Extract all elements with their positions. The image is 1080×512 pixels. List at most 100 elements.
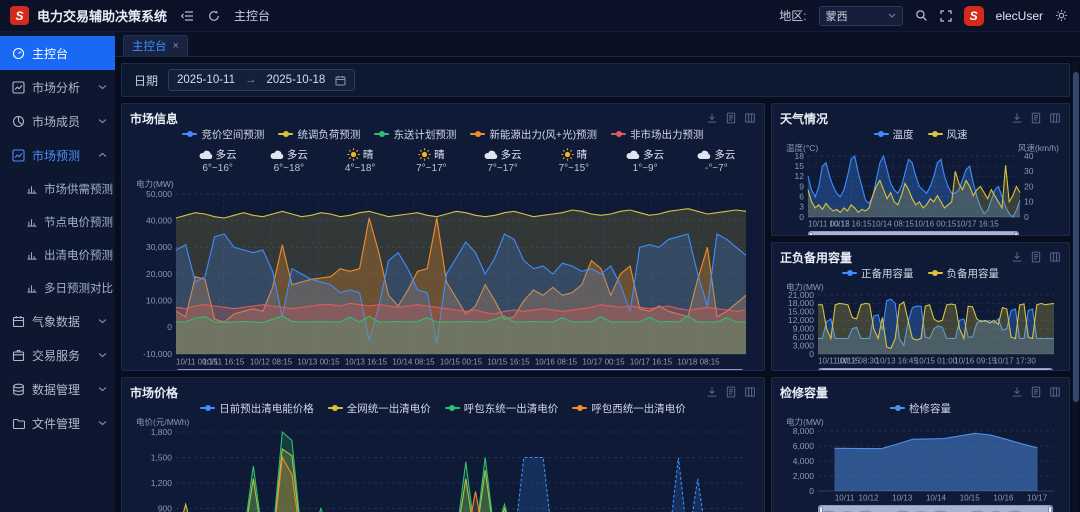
- weather-day-0: 多云6°~16°: [182, 144, 253, 176]
- breadcrumb[interactable]: 主控台: [234, 7, 270, 24]
- legend-item[interactable]: 非市场出力预测: [611, 127, 704, 142]
- sidebar-item-label: 市场预测: [32, 147, 98, 164]
- sidebar-subitem-3-1[interactable]: 节点电价预测: [0, 205, 115, 238]
- reserve-chart[interactable]: 电力(MW)21,00018,00015,00012,0009,0006,000…: [780, 281, 1061, 371]
- weather-chart[interactable]: 温度(°C)风速(km/h)181512963040302010010/11 0…: [780, 142, 1061, 236]
- download-icon[interactable]: [1011, 251, 1023, 263]
- date-start[interactable]: 2025-10-11: [177, 74, 235, 86]
- legend-label: 日前预出清电能价格: [219, 401, 314, 416]
- legend-item[interactable]: 负备用容量: [928, 266, 1000, 281]
- refresh-icon[interactable]: [208, 10, 220, 22]
- legend-label: 温度: [893, 127, 914, 142]
- datazoom-slider[interactable]: [808, 231, 1019, 236]
- legend-item[interactable]: 风速: [928, 127, 968, 142]
- date-range-input[interactable]: 2025-10-11 → 2025-10-18: [168, 69, 355, 91]
- datazoom-slider[interactable]: [818, 368, 1053, 371]
- fullscreen-icon[interactable]: [940, 10, 952, 22]
- svg-text:10/16 09:15: 10/16 09:15: [954, 357, 997, 366]
- legend-item[interactable]: 呼包西统一出清电价: [572, 401, 686, 416]
- sidebar-subitem-3-3[interactable]: 多日预测对比: [0, 271, 115, 304]
- cols-icon: [1049, 251, 1061, 263]
- slider-handle-left[interactable]: [177, 370, 181, 371]
- sidebar-item-2[interactable]: 市场成员: [0, 104, 115, 138]
- gear-icon[interactable]: [1055, 9, 1068, 22]
- bar-icon: [26, 282, 38, 294]
- sidebar-item-5[interactable]: 交易服务: [0, 338, 115, 372]
- export-report-icon[interactable]: [725, 112, 737, 124]
- data-view-icon[interactable]: [1049, 251, 1061, 263]
- sidebar-item-4[interactable]: 气象数据: [0, 304, 115, 338]
- maintenance-chart[interactable]: 电力(MW)8,0006,0004,0002,000010/1110/1210/…: [780, 416, 1061, 512]
- doc-icon: [725, 112, 737, 124]
- sidebar-item-label: 交易服务: [32, 347, 98, 364]
- sidebar-item-0[interactable]: 主控台: [0, 36, 115, 70]
- sidebar-item-1[interactable]: 市场分析: [0, 70, 115, 104]
- slider-handle-left[interactable]: [809, 232, 813, 236]
- tab-close-icon[interactable]: ×: [173, 40, 179, 52]
- region-select[interactable]: 蒙西: [819, 6, 903, 26]
- data-view-icon[interactable]: [744, 112, 756, 124]
- weather-temp-range: 6°~18°: [274, 163, 305, 174]
- svg-text:20,000: 20,000: [146, 269, 172, 279]
- sidebar-subitem-3-2[interactable]: 出清电价预测: [0, 238, 115, 271]
- svg-text:10/16 08:15: 10/16 08:15: [535, 358, 578, 367]
- sidebar-item-6[interactable]: 数据管理: [0, 372, 115, 406]
- data-view-icon[interactable]: [1049, 112, 1061, 124]
- svg-text:1,200: 1,200: [151, 478, 173, 488]
- datazoom-slider[interactable]: [176, 369, 744, 371]
- cols-icon: [744, 112, 756, 124]
- datazoom-slider[interactable]: [818, 505, 1053, 512]
- download-icon[interactable]: [706, 112, 718, 124]
- market-info-chart[interactable]: 电力(MW)50,00040,00030,00020,00010,0000-10…: [130, 178, 756, 371]
- export-report-icon[interactable]: [1030, 251, 1042, 263]
- export-report-icon[interactable]: [1030, 386, 1042, 398]
- cloud-icon: [199, 149, 213, 160]
- svg-text:10/15 00:15: 10/15 00:15: [440, 358, 483, 367]
- legend-item[interactable]: 正备用容量: [842, 266, 914, 281]
- legend-item[interactable]: 新能源出力(风+光)预测: [470, 127, 597, 142]
- slider-handle-right[interactable]: [1048, 506, 1052, 512]
- sidebar-item-label: 数据管理: [32, 381, 98, 398]
- sidebar-item-3[interactable]: 市场预测: [0, 138, 115, 172]
- svg-text:10/14 08:15: 10/14 08:15: [392, 358, 435, 367]
- tab-dashboard[interactable]: 主控台 ×: [123, 35, 188, 56]
- sidebar-subitem-3-0[interactable]: 市场供需预测: [0, 172, 115, 205]
- slider-handle-left[interactable]: [819, 506, 823, 512]
- legend-item[interactable]: 检修容量: [890, 401, 951, 416]
- legend-item[interactable]: 全网统一出清电价: [328, 401, 431, 416]
- weather-condition: 多云: [714, 147, 735, 162]
- svg-text:0: 0: [1024, 212, 1029, 222]
- legend-item[interactable]: 竞价空间预测: [182, 127, 264, 142]
- download-icon[interactable]: [706, 386, 718, 398]
- export-report-icon[interactable]: [1030, 112, 1042, 124]
- data-view-icon[interactable]: [1049, 386, 1061, 398]
- legend-item[interactable]: 呼包东统一出清电价: [445, 401, 559, 416]
- menu-fold-icon[interactable]: [181, 10, 194, 22]
- data-view-icon[interactable]: [744, 386, 756, 398]
- sidebar-item-7[interactable]: 文件管理: [0, 406, 115, 440]
- slider-handle-right[interactable]: [1014, 232, 1018, 236]
- svg-text:15: 15: [795, 161, 805, 171]
- svg-text:10/14 08:15: 10/14 08:15: [872, 220, 915, 229]
- svg-text:10/12: 10/12: [859, 494, 880, 503]
- chevron-down-icon: [98, 318, 107, 324]
- market-price-chart[interactable]: 电价(元/MWh)1,8001,5001,200900: [130, 416, 756, 512]
- date-end[interactable]: 2025-10-18: [267, 74, 326, 86]
- download-icon[interactable]: [1011, 386, 1023, 398]
- slider-handle-right[interactable]: [739, 370, 743, 371]
- legend-item[interactable]: 温度: [874, 127, 914, 142]
- svg-text:0: 0: [799, 212, 804, 222]
- legend-item[interactable]: 统调负荷预测: [278, 127, 360, 142]
- slider-handle-left[interactable]: [819, 369, 823, 371]
- legend-item[interactable]: 日前预出清电能价格: [200, 401, 314, 416]
- user-avatar[interactable]: S: [964, 6, 984, 26]
- weather-temp-range: -°~7°: [705, 163, 728, 174]
- legend-item[interactable]: 东送计划预测: [374, 127, 456, 142]
- app-window: S 电力交易辅助决策系统 主控台 地区: 蒙西 S elecUser: [0, 0, 1080, 512]
- scrollbar-thumb[interactable]: [1073, 72, 1079, 402]
- search-icon[interactable]: [915, 9, 928, 22]
- slider-handle-right[interactable]: [1048, 369, 1052, 371]
- export-report-icon[interactable]: [725, 386, 737, 398]
- region-label: 地区:: [779, 7, 806, 24]
- download-icon[interactable]: [1011, 112, 1023, 124]
